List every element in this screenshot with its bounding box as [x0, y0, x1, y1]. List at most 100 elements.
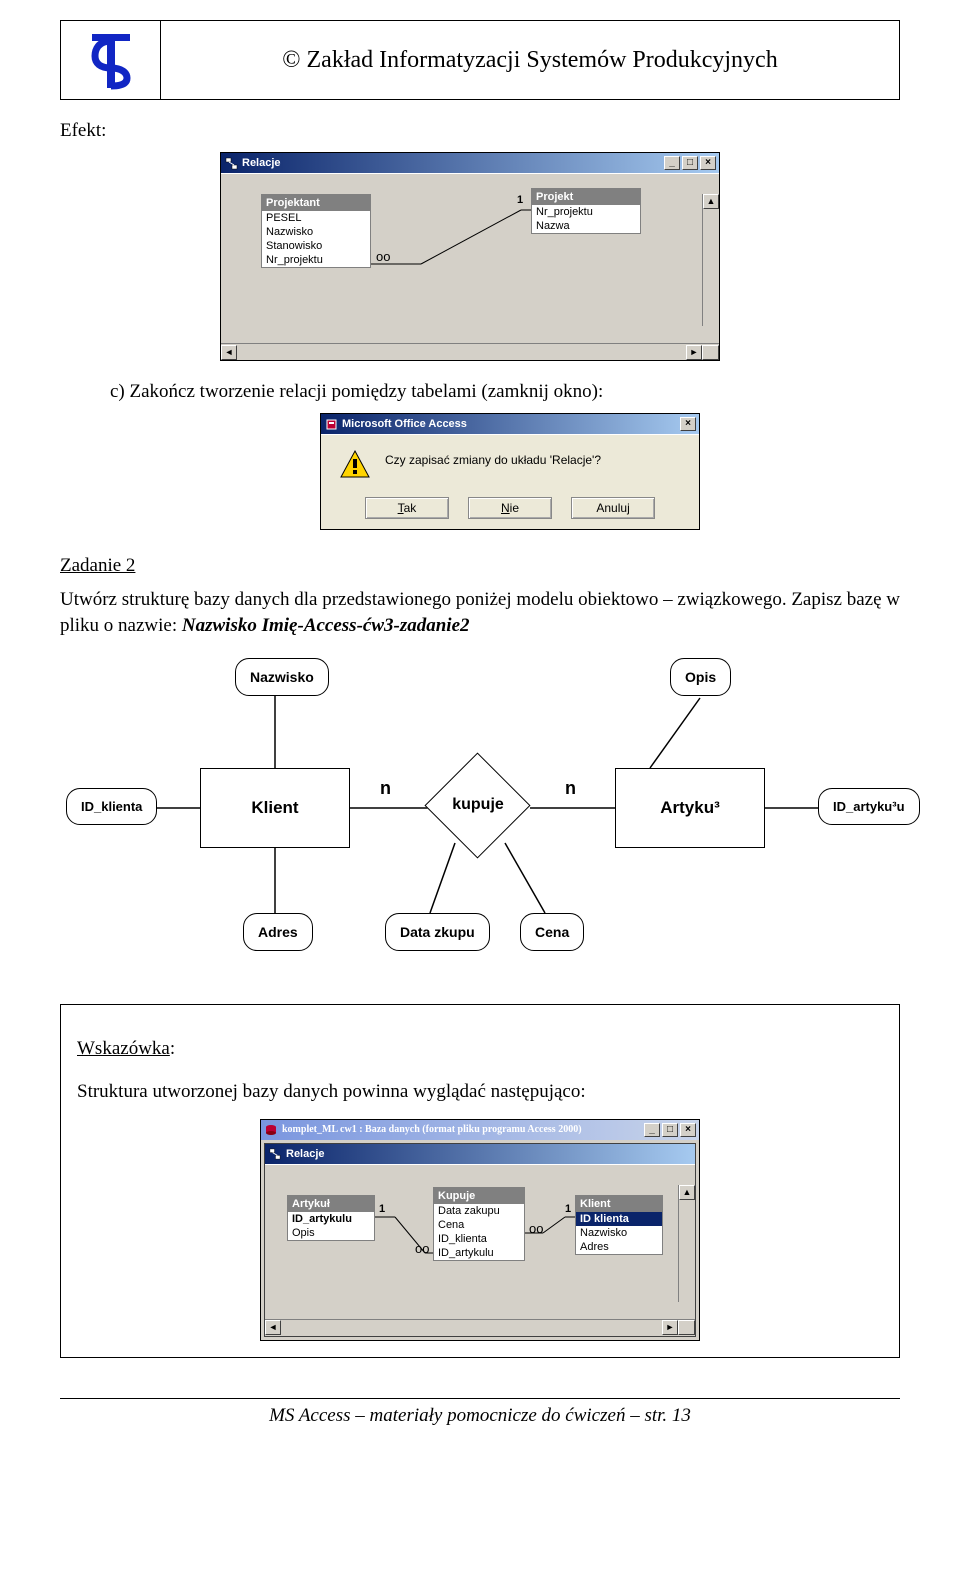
db-max-button[interactable]: □ [662, 1123, 678, 1137]
access-icon [324, 417, 338, 431]
relacje2-titlebar[interactable]: Relacje [265, 1144, 695, 1164]
footer-divider [60, 1398, 900, 1399]
table-header: Klient [576, 1196, 662, 1212]
cardinality-many: oo [529, 1221, 543, 1236]
scroll-right-button[interactable]: ► [686, 345, 702, 360]
warning-icon [339, 449, 371, 481]
field[interactable]: Opis [288, 1226, 374, 1240]
db-icon [264, 1123, 278, 1137]
relations-icon [224, 156, 238, 170]
cancel-button[interactable]: Anuluj [571, 497, 655, 519]
attr-cena: Cena [520, 913, 584, 951]
dialog-titlebar[interactable]: Microsoft Office Access × [321, 414, 699, 434]
window-title: Relacje [242, 157, 281, 169]
field[interactable]: ID_artykulu [288, 1212, 374, 1226]
scrollbar-vertical[interactable]: ▲ [678, 1185, 695, 1302]
zadanie2-heading: Zadanie 2 [60, 555, 900, 577]
no-button[interactable]: Nie [468, 497, 552, 519]
field[interactable]: Data zakupu [434, 1204, 524, 1218]
hint-box: Wskazówka: Struktura utworzonej bazy dan… [60, 1004, 900, 1358]
titlebar[interactable]: Relacje _ □ × [221, 153, 719, 173]
field[interactable]: Nazwisko [576, 1226, 662, 1240]
field[interactable]: PESEL [262, 211, 370, 225]
relacje2-canvas[interactable]: Artykuł ID_artykulu Opis Kupuje Data zak… [265, 1164, 695, 1319]
table-header: Projektant [262, 195, 370, 211]
scroll-up-button[interactable]: ▲ [679, 1185, 695, 1200]
entity-klient: Klient [200, 768, 350, 848]
company-logo-icon [86, 30, 136, 90]
relacje-canvas[interactable]: Projektant PESEL Nazwisko Stanowisko Nr_… [221, 173, 719, 343]
scroll-left-button[interactable]: ◄ [221, 345, 237, 360]
field[interactable]: ID_klienta [434, 1232, 524, 1246]
field[interactable]: Nr_projektu [262, 253, 370, 267]
dialog-close-button[interactable]: × [680, 417, 696, 431]
attr-opis: Opis [670, 658, 731, 696]
attr-data-zkupu: Data zkupu [385, 913, 490, 951]
relacje-window: Relacje _ □ × Projektant PESEL Nazwisko … [220, 152, 720, 361]
relacje2-window: Relacje Artykuł ID_artykulu Opis Kupuje … [264, 1143, 696, 1337]
cardinality-n-right: n [565, 778, 576, 799]
footer-text: MS Access – materiały pomocnicze do ćwic… [60, 1405, 900, 1427]
table-header: Artykuł [288, 1196, 374, 1212]
db-window: komplet_ML cw1 : Baza danych (format pli… [260, 1119, 700, 1341]
cardinality-many: oo [415, 1241, 429, 1256]
efekt-label: Efekt: [60, 120, 900, 142]
resize-grip[interactable] [702, 345, 719, 360]
attr-adres: Adres [243, 913, 313, 951]
cardinality-one: 1 [565, 1203, 571, 1215]
table-artykul[interactable]: Artykuł ID_artykulu Opis [287, 1195, 375, 1241]
field[interactable]: Adres [576, 1240, 662, 1254]
header-title: © Zakład Informatyzacji Systemów Produkc… [161, 47, 899, 74]
cardinality-one: 1 [517, 194, 523, 206]
field[interactable]: Nazwisko [262, 225, 370, 239]
field-selected[interactable]: ID klienta [576, 1212, 662, 1226]
scroll-right-button[interactable]: ► [662, 1320, 678, 1335]
scroll-left-button[interactable]: ◄ [265, 1320, 281, 1335]
resize-grip[interactable] [678, 1320, 695, 1335]
relations-icon [268, 1147, 282, 1161]
table-projektant[interactable]: Projektant PESEL Nazwisko Stanowisko Nr_… [261, 194, 371, 268]
dialog-title: Microsoft Office Access [342, 418, 467, 430]
db-close-button[interactable]: × [680, 1123, 696, 1137]
field[interactable]: ID_artykulu [434, 1246, 524, 1260]
page-header: © Zakład Informatyzacji Systemów Produkc… [60, 20, 900, 100]
entity-artykul: Artyku³ [615, 768, 765, 848]
scroll-up-button[interactable]: ▲ [703, 194, 719, 209]
dialog-message: Czy zapisać zmiany do układu 'Relacje'? [385, 449, 601, 467]
scrollbar-horizontal[interactable]: ◄ ► [221, 343, 719, 360]
relationship-kupuje: kupuje [428, 796, 528, 814]
scrollbar-vertical[interactable]: ▲ [702, 194, 719, 326]
access-dialog: Microsoft Office Access × Czy zapisać zm… [320, 413, 700, 530]
attr-id-klienta: ID_klienta [66, 788, 157, 825]
logo [61, 21, 161, 99]
db-min-button[interactable]: _ [644, 1123, 660, 1137]
minimize-button[interactable]: _ [664, 156, 680, 170]
db-window-title: komplet_ML cw1 : Baza danych (format pli… [282, 1124, 582, 1135]
table-projekt[interactable]: Projekt Nr_projektu Nazwa [531, 188, 641, 234]
hint-title: Wskazówka: [77, 1038, 883, 1060]
task-c-text: c) Zakończ tworzenie relacji pomiędzy ta… [110, 381, 900, 403]
cardinality-many: oo [376, 249, 390, 264]
filename: Nazwisko Imię-Access-ćw3-zadanie2 [182, 615, 470, 636]
table-kupuje[interactable]: Kupuje Data zakupu Cena ID_klienta ID_ar… [433, 1187, 525, 1261]
yes-button[interactable]: Tak [365, 497, 449, 519]
relacje2-title: Relacje [286, 1148, 325, 1160]
field[interactable]: Cena [434, 1218, 524, 1232]
cardinality-one: 1 [379, 1203, 385, 1215]
er-diagram: Nazwisko Opis ID_klienta Klient kupuje A… [60, 648, 900, 988]
field[interactable]: Stanowisko [262, 239, 370, 253]
table-klient[interactable]: Klient ID klienta Nazwisko Adres [575, 1195, 663, 1255]
hint-text: Struktura utworzonej bazy danych powinna… [77, 1079, 883, 1105]
attr-nazwisko: Nazwisko [235, 658, 329, 696]
field[interactable]: Nr_projektu [532, 205, 640, 219]
maximize-button[interactable]: □ [682, 156, 698, 170]
close-button[interactable]: × [700, 156, 716, 170]
attr-id-artykulu: ID_artyku³u [818, 788, 920, 825]
scrollbar-horizontal[interactable]: ◄ ► [265, 1319, 695, 1336]
db-titlebar[interactable]: komplet_ML cw1 : Baza danych (format pli… [261, 1120, 699, 1140]
zadanie2-paragraph: Utwórz strukturę bazy danych dla przedst… [60, 587, 900, 638]
field[interactable]: Nazwa [532, 219, 640, 233]
table-header: Projekt [532, 189, 640, 205]
cardinality-n-left: n [380, 778, 391, 799]
table-header: Kupuje [434, 1188, 524, 1204]
